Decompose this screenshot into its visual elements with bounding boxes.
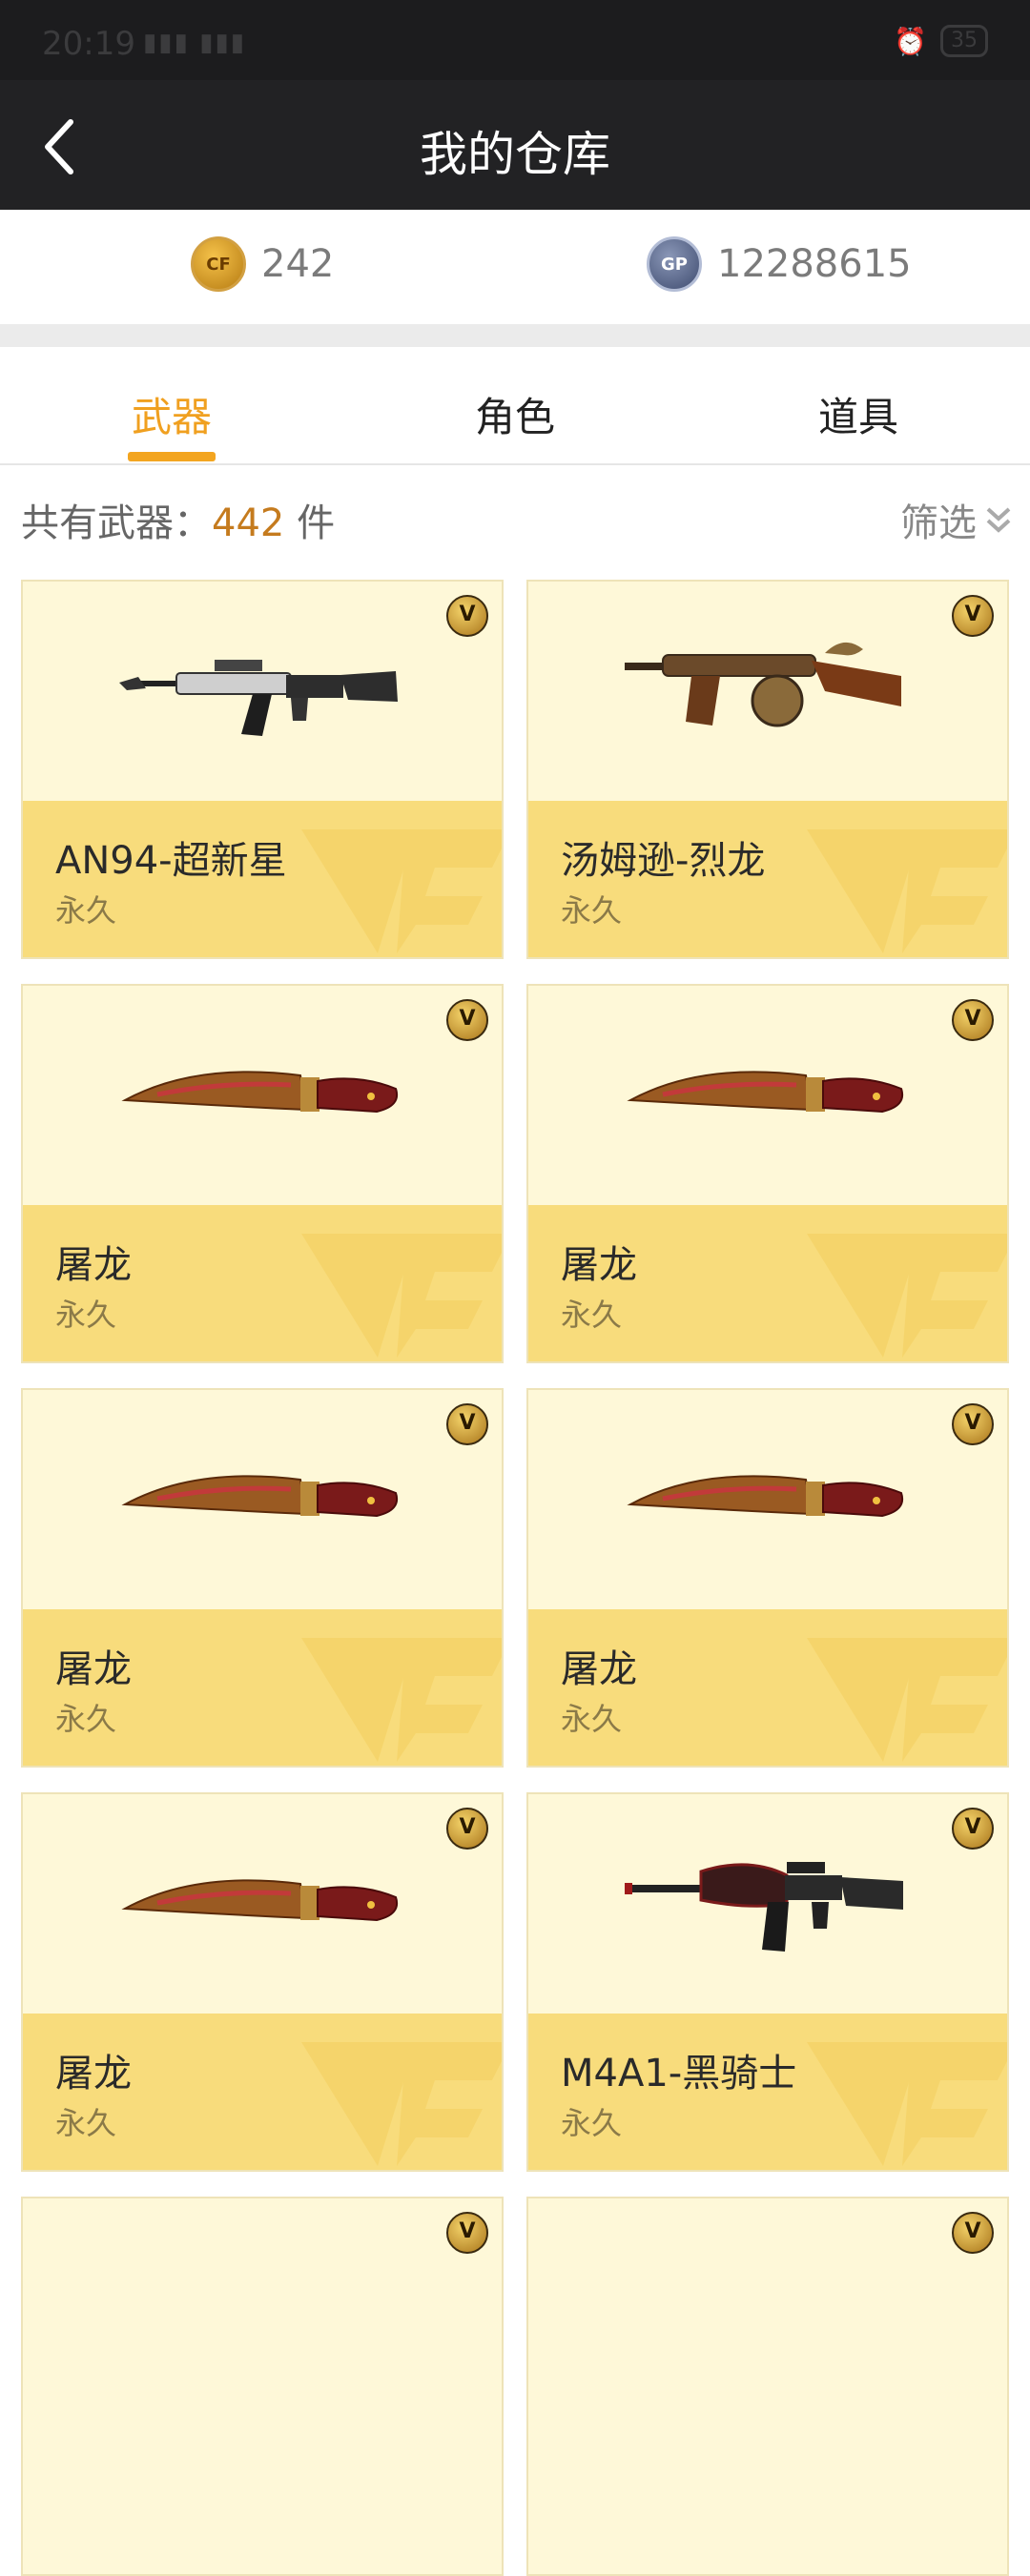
weapon-image xyxy=(23,986,502,1205)
active-tab-indicator xyxy=(128,452,216,461)
weapon-term: 永久 xyxy=(55,892,117,929)
vip-badge-icon: V xyxy=(952,999,994,1041)
weapon-card[interactable]: V 屠龙永久 xyxy=(21,984,504,1363)
weapon-image xyxy=(23,1390,502,1609)
weapon-term: 永久 xyxy=(55,1297,117,1333)
vip-badge-icon: V xyxy=(446,2212,488,2254)
weapon-info: AN94-超新星永久 xyxy=(23,801,502,957)
weapon-image xyxy=(528,986,1007,1205)
cf-watermark-icon xyxy=(301,2042,502,2166)
cf-watermark-icon xyxy=(807,1638,1007,1762)
gp-coin-icon: GP xyxy=(647,236,702,292)
cf-points: CF 242 xyxy=(191,236,334,292)
cf-watermark-icon xyxy=(807,1234,1007,1358)
weapon-info: 屠龙 永久 xyxy=(528,1609,1007,1766)
cf-watermark-icon xyxy=(807,829,1007,953)
tab-items[interactable]: 道具 xyxy=(818,385,898,443)
tab-weapons[interactable]: 武器 xyxy=(132,385,212,443)
status-right: ⏰ 35 xyxy=(894,25,988,57)
weapon-name: 屠龙 xyxy=(55,2052,132,2096)
vip-badge-icon: V xyxy=(952,2212,994,2254)
tab-characters[interactable]: 角色 xyxy=(475,385,555,443)
filter-label: 筛选 xyxy=(900,501,977,545)
filter-button[interactable]: 筛选 xyxy=(900,492,1013,547)
weapon-info: 屠龙 永久 xyxy=(23,1205,502,1361)
summary-suffix: 件 xyxy=(284,501,336,545)
weapon-image xyxy=(528,1794,1007,2014)
vip-badge-icon: V xyxy=(952,595,994,637)
cf-coin-icon: CF xyxy=(191,236,246,292)
cf-watermark-icon xyxy=(301,829,502,953)
page-title: 我的仓库 xyxy=(420,127,610,182)
weapon-name: 汤姆逊-烈龙 xyxy=(561,839,766,883)
weapon-info: M4A1-黑骑士永久 xyxy=(528,2014,1007,2170)
vip-badge-icon: V xyxy=(952,1403,994,1445)
weapon-term: 永久 xyxy=(55,1701,117,1737)
double-chevron-down-icon xyxy=(986,507,1011,533)
weapon-name: 屠龙 xyxy=(561,1243,637,1287)
gp-points-value: 12288615 xyxy=(717,242,912,286)
weapon-term: 永久 xyxy=(561,1297,623,1333)
weapon-term: 永久 xyxy=(561,2105,623,2141)
weapon-image xyxy=(23,1794,502,2014)
cf-watermark-icon xyxy=(807,2042,1007,2166)
weapon-name: 屠龙 xyxy=(561,1647,637,1691)
vip-badge-icon: V xyxy=(446,999,488,1041)
signal-icon: ▮▮▮ ▮▮▮ xyxy=(143,29,247,57)
currency-bar: CF 242 GP 12288615 xyxy=(0,210,1030,324)
section-divider xyxy=(0,324,1030,347)
weapon-term: 永久 xyxy=(55,2105,117,2141)
summary-count: 442 xyxy=(212,501,285,545)
weapon-name: 屠龙 xyxy=(55,1647,132,1691)
weapon-card[interactable]: V 屠龙永久 xyxy=(526,984,1009,1363)
status-time: 20:19 xyxy=(42,25,135,63)
weapon-card[interactable]: V AN94-超新星永久 xyxy=(21,580,504,959)
vip-badge-icon: V xyxy=(446,1808,488,1850)
cf-points-value: 242 xyxy=(261,242,335,286)
title-bar: 我的仓库 xyxy=(0,80,1030,210)
weapon-count-summary: 共有武器：442 件 xyxy=(21,492,335,547)
status-bar: 20:19 ▮▮▮ ▮▮▮ ⏰ 35 xyxy=(0,0,1030,80)
category-tabs: 武器 角色 道具 xyxy=(0,347,1030,465)
weapon-card[interactable]: V 屠龙永久 xyxy=(526,1388,1009,1768)
weapon-card[interactable]: V M4A1-黑骑士永久 xyxy=(526,1792,1009,2172)
vip-badge-icon: V xyxy=(952,1808,994,1850)
weapon-term: 永久 xyxy=(561,1701,623,1737)
weapon-image xyxy=(528,1390,1007,1609)
weapon-term: 永久 xyxy=(561,892,623,929)
weapon-info: 汤姆逊-烈龙永久 xyxy=(528,801,1007,957)
weapon-info: 屠龙 永久 xyxy=(528,1205,1007,1361)
weapon-image xyxy=(23,582,502,801)
weapon-card[interactable]: V 屠龙永久 xyxy=(21,1792,504,2172)
weapon-card[interactable]: V 汤姆逊-烈龙永久 xyxy=(526,580,1009,959)
weapon-card-partial[interactable]: V xyxy=(526,2197,1009,2576)
weapon-card[interactable]: V 屠龙永久 xyxy=(21,1388,504,1768)
battery-indicator: 35 xyxy=(940,25,988,57)
gp-points: GP 12288615 xyxy=(647,236,912,292)
weapon-image xyxy=(528,582,1007,801)
weapon-card-partial[interactable]: V xyxy=(21,2197,504,2576)
cf-watermark-icon xyxy=(301,1234,502,1358)
weapon-name: 屠龙 xyxy=(55,1243,132,1287)
weapon-info: 屠龙 永久 xyxy=(23,2014,502,2170)
weapon-name: AN94-超新星 xyxy=(55,839,287,883)
vip-badge-icon: V xyxy=(446,595,488,637)
alarm-icon: ⏰ xyxy=(894,25,927,57)
vip-badge-icon: V xyxy=(446,1403,488,1445)
cf-watermark-icon xyxy=(301,1638,502,1762)
weapon-name: M4A1-黑骑士 xyxy=(561,2052,797,2096)
weapon-info: 屠龙 永久 xyxy=(23,1609,502,1766)
summary-prefix: 共有武器： xyxy=(21,501,212,545)
